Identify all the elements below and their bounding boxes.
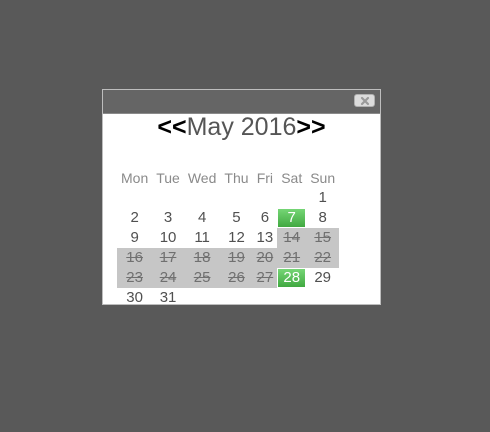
day-cell-highlighted[interactable]: 28 — [277, 268, 307, 288]
empty-day-cell — [220, 288, 252, 308]
day-cell-disabled: 14 — [277, 228, 307, 248]
date-picker-dialog: <<May 2016>> Mon Tue Wed Thu Fri Sat Sun… — [102, 89, 381, 308]
week-row: 23 24 25 26 27 28 29 — [117, 268, 339, 288]
weekday-label: Wed — [187, 170, 217, 186]
day-cell[interactable]: 10 — [152, 228, 184, 248]
empty-day-cell — [152, 188, 184, 208]
weekday-label: Tue — [156, 170, 180, 186]
day-cell[interactable]: 5 — [220, 208, 252, 228]
day-cell[interactable]: 29 — [306, 268, 339, 288]
day-cell[interactable]: 13 — [253, 228, 278, 248]
empty-day-cell — [184, 288, 221, 308]
day-cell-disabled: 16 — [117, 248, 153, 268]
day-cell-highlighted[interactable]: 7 — [277, 208, 307, 228]
day-cell[interactable]: 4 — [184, 208, 221, 228]
day-cell[interactable]: 31 — [152, 288, 184, 308]
weekday-row: Mon Tue Wed Thu Fri Sat Sun — [117, 168, 339, 188]
empty-day-cell — [306, 288, 339, 308]
day-cell[interactable]: 3 — [152, 208, 184, 228]
day-cell[interactable]: 12 — [220, 228, 252, 248]
calendar-header: <<May 2016>> — [103, 112, 380, 142]
week-row: 1 — [117, 188, 339, 208]
day-cell[interactable]: 1 — [306, 188, 339, 208]
empty-day-cell — [184, 188, 221, 208]
week-row: 30 31 — [117, 288, 339, 308]
day-cell-disabled: 25 — [183, 268, 221, 288]
weekday-label: Fri — [256, 170, 274, 186]
day-cell-disabled: 19 — [220, 248, 253, 268]
day-cell-disabled: 17 — [152, 248, 184, 268]
day-cell[interactable]: 2 — [117, 208, 152, 228]
month-year-label: May 2016 — [186, 113, 297, 141]
day-cell[interactable]: 6 — [253, 208, 278, 228]
weekday-label: Mon — [121, 170, 149, 186]
day-cell[interactable]: 9 — [117, 228, 152, 248]
day-cell[interactable]: 30 — [117, 288, 152, 308]
week-row: 9 10 11 12 13 14 15 — [117, 228, 340, 248]
day-cell-disabled: 24 — [152, 268, 184, 288]
day-cell[interactable]: 8 — [306, 208, 339, 228]
close-icon — [360, 96, 370, 106]
empty-day-cell — [117, 188, 152, 208]
calendar-days: 1 2 3 4 5 6 7 8 9 10 11 12 13 14 15 16 17 18 19 20 21 22 23 24 2… — [117, 188, 340, 308]
dialog-titlebar[interactable] — [103, 90, 380, 114]
weekday-label: Sun — [310, 170, 336, 186]
next-month-button[interactable]: >> — [296, 113, 325, 141]
day-cell-disabled: 21 — [277, 248, 307, 268]
empty-day-cell — [277, 188, 306, 208]
weekday-label: Sat — [281, 170, 303, 186]
empty-day-cell — [253, 288, 278, 308]
day-cell-disabled: 18 — [183, 248, 221, 268]
week-row: 16 17 18 19 20 21 22 — [117, 248, 340, 268]
empty-day-cell — [277, 288, 306, 308]
close-button[interactable] — [354, 94, 375, 107]
prev-month-button[interactable]: << — [157, 113, 186, 141]
day-cell-disabled: 26 — [220, 268, 253, 288]
empty-day-cell — [220, 188, 252, 208]
weekday-label: Thu — [224, 170, 249, 186]
day-cell[interactable]: 11 — [184, 228, 221, 248]
day-cell-disabled: 22 — [306, 248, 340, 268]
empty-day-cell — [253, 188, 278, 208]
day-cell-disabled: 27 — [252, 268, 278, 288]
day-cell-disabled: 15 — [306, 228, 340, 248]
day-cell-disabled: 23 — [117, 268, 153, 288]
day-cell-disabled: 20 — [252, 248, 278, 268]
calendar-grid: Mon Tue Wed Thu Fri Sat Sun 1 2 3 4 5 6 7 8 9 10 1… — [117, 168, 340, 308]
week-row: 2345678 — [117, 208, 339, 228]
